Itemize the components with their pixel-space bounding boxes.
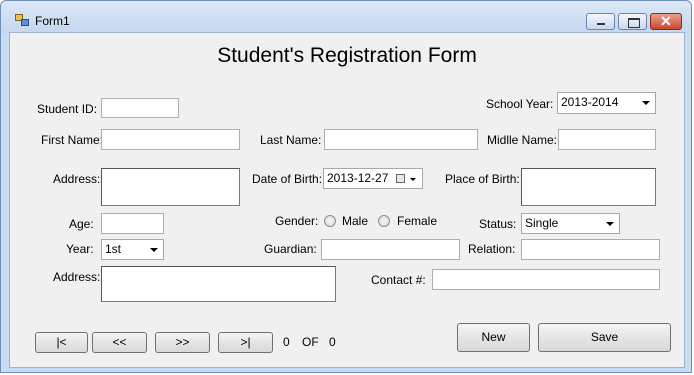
middle-name-input[interactable] — [558, 129, 656, 150]
status-select[interactable]: Single — [521, 213, 620, 234]
place-of-birth-label: Place of Birth: — [445, 172, 520, 186]
age-input[interactable] — [101, 213, 164, 234]
record-of-label: OF — [302, 335, 319, 349]
form-window: Form1 ✕ Student's Registration Form Stud… — [0, 0, 692, 373]
gender-female-radio[interactable] — [378, 215, 390, 227]
app-icon — [15, 14, 29, 26]
chevron-down-icon — [642, 101, 650, 105]
guardian-address-input[interactable] — [101, 266, 336, 302]
minimize-icon — [597, 23, 605, 25]
last-name-input[interactable] — [324, 129, 478, 150]
first-name-input[interactable] — [101, 129, 240, 150]
address-label: Address: — [53, 172, 101, 186]
gender-male-label: Male — [342, 214, 369, 228]
form-client-area: Student's Registration Form Student ID: … — [9, 32, 685, 368]
year-value: 1st — [105, 242, 122, 256]
school-year-label: School Year: — [486, 97, 554, 111]
previous-record-button[interactable]: << — [92, 332, 147, 353]
relation-label: Relation: — [468, 242, 516, 256]
close-button[interactable]: ✕ — [650, 13, 682, 30]
maximize-button[interactable] — [618, 13, 647, 30]
age-label: Age: — [69, 217, 94, 231]
first-name-label: First Name: — [41, 133, 104, 147]
gender-label: Gender: — [275, 214, 319, 228]
gender-female-label: Female — [397, 214, 438, 228]
guardian-address-label: Address: — [53, 270, 101, 284]
close-icon: ✕ — [660, 13, 672, 29]
status-value: Single — [525, 216, 559, 230]
address-input[interactable] — [101, 168, 240, 206]
window-title: Form1 — [35, 14, 70, 28]
minimize-button[interactable] — [586, 13, 615, 30]
relation-input[interactable] — [521, 239, 660, 260]
calendar-icon — [396, 174, 405, 183]
school-year-value: 2013-2014 — [561, 95, 619, 109]
last-record-button[interactable]: >| — [218, 332, 273, 353]
chevron-down-icon — [410, 178, 416, 181]
date-of-birth-picker[interactable]: 2013-12-27 — [323, 168, 423, 189]
year-select[interactable]: 1st — [101, 239, 164, 260]
contact-input[interactable] — [432, 269, 660, 290]
title-bar[interactable]: Form1 ✕ — [1, 1, 691, 33]
guardian-input[interactable] — [321, 239, 460, 260]
contact-label: Contact #: — [371, 273, 426, 287]
chevron-down-icon — [150, 248, 158, 252]
new-button[interactable]: New — [457, 323, 530, 352]
last-name-label: Last Name: — [260, 133, 322, 147]
year-label: Year: — [66, 242, 94, 256]
date-of-birth-value: 2013-12-27 — [327, 171, 389, 185]
first-record-button[interactable]: |< — [35, 332, 88, 353]
maximize-icon — [628, 18, 640, 28]
guardian-label: Guardian: — [264, 242, 317, 256]
middle-name-label: Midlle Name: — [487, 133, 558, 147]
save-button[interactable]: Save — [538, 323, 671, 352]
student-id-input[interactable] — [101, 98, 179, 118]
next-record-button[interactable]: >> — [155, 332, 210, 353]
form-heading: Student's Registration Form — [217, 44, 477, 67]
gender-male-radio[interactable] — [324, 215, 336, 227]
school-year-select[interactable]: 2013-2014 — [557, 92, 656, 114]
student-id-label: Student ID: — [37, 102, 98, 116]
total-records-number: 0 — [329, 335, 336, 349]
current-record-number: 0 — [283, 335, 290, 349]
place-of-birth-input[interactable] — [521, 168, 656, 206]
date-of-birth-label: Date of Birth: — [252, 172, 323, 186]
chevron-down-icon — [606, 222, 614, 226]
status-label: Status: — [479, 217, 517, 231]
